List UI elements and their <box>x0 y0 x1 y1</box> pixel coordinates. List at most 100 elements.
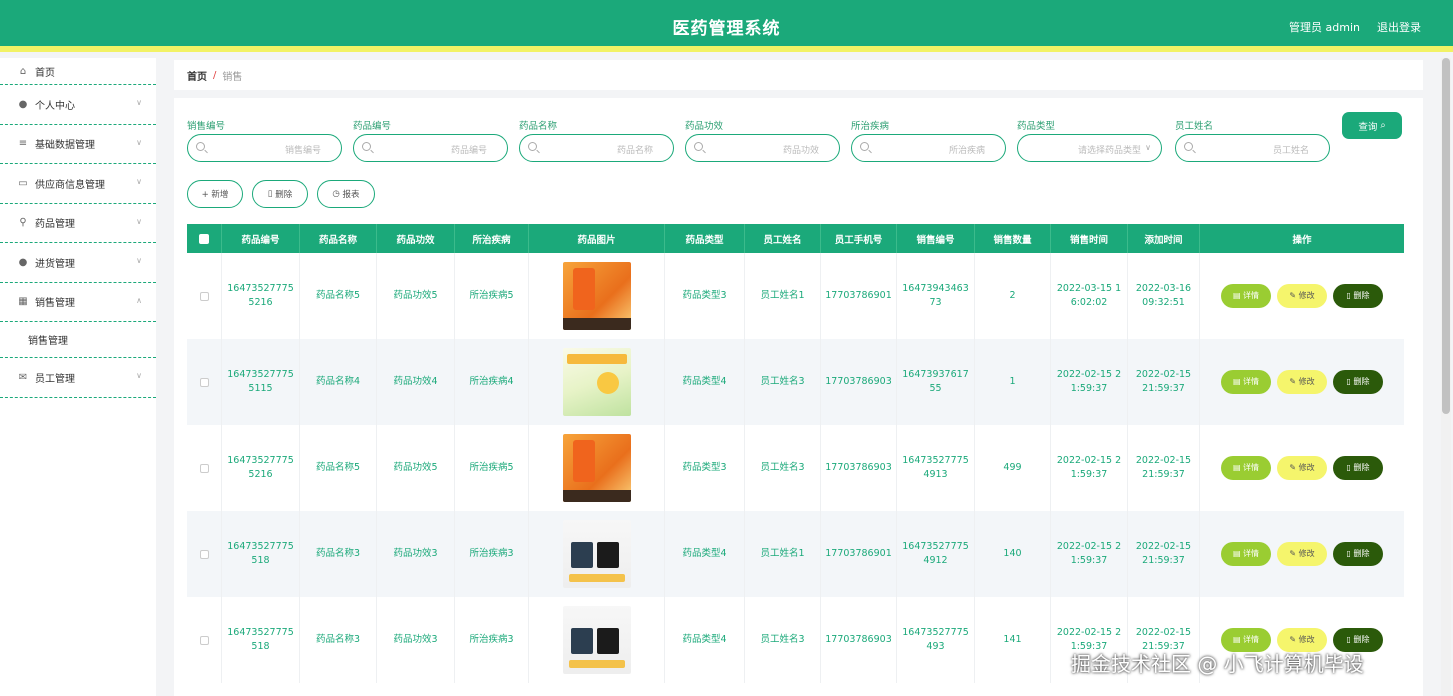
col-header[interactable]: 药品图片 <box>529 224 665 253</box>
row-checkbox[interactable] <box>199 463 209 473</box>
cell-type: 药品类型4 <box>665 597 745 683</box>
cell-effect: 药品功效5 <box>377 253 455 339</box>
home-icon: ⌂ <box>19 65 27 77</box>
table-row: 164735277755216 药品名称5 药品功效5 所治疾病5 药品类型3 员工姓名3… <box>187 425 1404 511</box>
sidebar-item-base-data[interactable]: ≡ 基础数据管理 ∨ <box>0 125 156 164</box>
drug-image <box>562 606 631 674</box>
logout-link[interactable]: 退出登录 <box>1377 19 1421 35</box>
drug-image <box>562 262 631 330</box>
edit-button[interactable]: ✎ 修改 <box>1277 542 1327 566</box>
drug-image <box>562 434 631 502</box>
row-delete-button[interactable]: ▯ 删除 <box>1333 456 1383 480</box>
col-header[interactable]: 员工姓名 <box>745 224 821 253</box>
action-bar: + 新增 ▯ 删除 ◷ 报表 <box>187 180 384 208</box>
col-header[interactable]: 药品类型 <box>665 224 745 253</box>
filter-label: 药品类型 <box>1017 121 1056 132</box>
row-select-cell <box>187 511 222 597</box>
sidebar-item-profile[interactable]: ● 个人中心 ∨ <box>0 85 156 125</box>
cell-sale-time: 2022-02-15 21:59:37 <box>1051 339 1128 425</box>
edit-button[interactable]: ✎ 修改 <box>1277 456 1327 480</box>
detail-button[interactable]: ▤ 详情 <box>1221 456 1271 480</box>
staff-name-input[interactable]: 员工姓名 <box>1175 134 1330 162</box>
select-all-cell <box>187 224 222 253</box>
query-button[interactable]: 查询 ⌕ <box>1342 112 1402 139</box>
filter-sale-no: 销售编号 销售编号 <box>187 118 342 162</box>
report-button[interactable]: ◷ 报表 <box>317 180 375 208</box>
sales-table: 药品编号 药品名称 药品功效 所治疾病 药品图片 药品类型 员工姓名 员工手机号… <box>187 224 1404 683</box>
sidebar-item-label: 供应商信息管理 <box>35 179 105 191</box>
row-checkbox[interactable] <box>199 549 209 559</box>
select-all-checkbox[interactable] <box>199 233 209 244</box>
detail-button[interactable]: ▤ 详情 <box>1221 284 1271 308</box>
button-label: 详情 <box>1243 549 1260 558</box>
delete-button[interactable]: ▯ 删除 <box>252 180 308 208</box>
col-header[interactable]: 添加时间 <box>1128 224 1200 253</box>
user-icon: ● <box>18 98 28 110</box>
chevron-down-icon: ∨ <box>136 137 142 147</box>
drug-type-select[interactable]: 请选择药品类型 ∨ <box>1017 134 1162 162</box>
scrollbar-thumb[interactable] <box>1442 58 1450 414</box>
chat-icon: ▭ <box>18 177 28 189</box>
sidebar-item-label: 个人中心 <box>35 100 75 112</box>
edit-button[interactable]: ✎ 修改 <box>1277 284 1327 308</box>
row-checkbox[interactable] <box>199 635 209 645</box>
row-checkbox[interactable] <box>199 377 209 387</box>
button-label: 详情 <box>1243 463 1260 472</box>
col-header[interactable]: 销售编号 <box>897 224 975 253</box>
filter-staff-name: 员工姓名 员工姓名 <box>1175 118 1330 162</box>
cell-code: 16473527775518 <box>222 511 300 597</box>
col-header[interactable]: 所治疾病 <box>455 224 529 253</box>
page-scrollbar[interactable] <box>1441 58 1451 696</box>
file-icon: ▤ <box>1232 291 1244 300</box>
col-header[interactable]: 员工手机号 <box>821 224 897 253</box>
col-header[interactable]: 药品功效 <box>377 224 455 253</box>
user-icon: ● <box>18 256 28 268</box>
drug-image-cell <box>529 597 665 683</box>
search-icon <box>860 142 869 151</box>
row-checkbox[interactable] <box>199 291 209 301</box>
sale-no-input[interactable]: 销售编号 <box>187 134 342 162</box>
table-body: 164735277755216 药品名称5 药品功效5 所治疾病5 药品类型3 员工姓名1… <box>187 253 1404 683</box>
col-header[interactable]: 药品编号 <box>222 224 300 253</box>
submenu-sales-management[interactable]: 销售管理 <box>0 322 156 358</box>
drug-name-input[interactable]: 药品名称 <box>519 134 674 162</box>
sidebar-item-supplier[interactable]: ▭ 供应商信息管理 ∨ <box>0 164 156 204</box>
button-label: 详情 <box>1243 291 1260 300</box>
drug-image-cell <box>529 253 665 339</box>
sidebar-item-label: 员工管理 <box>35 373 75 385</box>
drug-effect-input[interactable]: 药品功效 <box>685 134 840 162</box>
search-icon: ⌕ <box>1380 120 1386 131</box>
sidebar-item-home[interactable]: ⌂ 首页 <box>0 58 156 85</box>
detail-button[interactable]: ▤ 详情 <box>1221 370 1271 394</box>
sidebar-item-purchase[interactable]: ● 进货管理 ∨ <box>0 243 156 283</box>
cell-code: 16473527775518 <box>222 597 300 683</box>
add-button[interactable]: + 新增 <box>187 180 243 208</box>
breadcrumb-home[interactable]: 首页 <box>187 68 207 83</box>
detail-button[interactable]: ▤ 详情 <box>1221 542 1271 566</box>
sidebar-item-staff[interactable]: ✉ 员工管理 ∨ <box>0 358 156 398</box>
row-actions: ▤ 详情 ✎ 修改 ▯ 删除 <box>1200 339 1404 425</box>
col-header[interactable]: 销售数量 <box>975 224 1051 253</box>
drug-code-input[interactable]: 药品编号 <box>353 134 508 162</box>
col-header[interactable]: 销售时间 <box>1051 224 1128 253</box>
cell-disease: 所治疾病5 <box>455 425 529 511</box>
top-header: 医药管理系统 管理员 admin 退出登录 <box>0 0 1453 52</box>
filter-label: 员工姓名 <box>1175 121 1214 132</box>
sidebar-item-sales[interactable]: ▦ 销售管理 ∧ <box>0 283 156 322</box>
disease-input[interactable]: 所治疾病 <box>851 134 1006 162</box>
row-delete-button[interactable]: ▯ 删除 <box>1333 542 1383 566</box>
cell-staff: 员工姓名3 <box>745 425 821 511</box>
cell-qty: 141 <box>975 597 1051 683</box>
grid-icon: ▦ <box>18 296 28 308</box>
input-placeholder: 药品编号 <box>450 146 487 156</box>
trash-icon: ▯ <box>1346 635 1354 644</box>
row-delete-button[interactable]: ▯ 删除 <box>1333 370 1383 394</box>
trash-icon: ▯ <box>267 189 273 199</box>
row-delete-button[interactable]: ▯ 删除 <box>1333 284 1383 308</box>
cell-disease: 所治疾病3 <box>455 511 529 597</box>
col-header[interactable]: 药品名称 <box>300 224 377 253</box>
filter-label: 销售编号 <box>187 121 226 132</box>
pencil-icon: ✎ <box>1289 291 1299 300</box>
edit-button[interactable]: ✎ 修改 <box>1277 370 1327 394</box>
sidebar-item-drug[interactable]: ⚲ 药品管理 ∨ <box>0 204 156 243</box>
